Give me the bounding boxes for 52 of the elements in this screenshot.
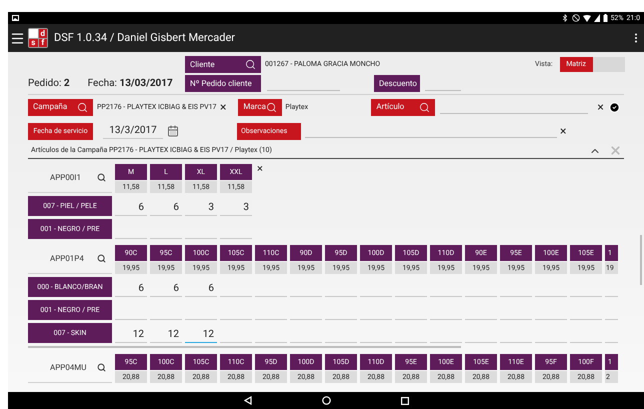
search-icon bbox=[77, 102, 88, 112]
home-icon[interactable] bbox=[322, 396, 330, 405]
article-code-text: APP04MU bbox=[50, 362, 86, 374]
client-order-button[interactable]: Nº Pedido cliente bbox=[185, 75, 261, 92]
app-title: DSF 1.0.34 / Daniel Gisbert Mercader bbox=[54, 30, 236, 46]
bluetooth-icon bbox=[560, 14, 568, 22]
quantity-field[interactable]: 6 bbox=[150, 200, 182, 216]
quantity-field[interactable]: 3 bbox=[220, 200, 252, 216]
quantity-field[interactable]: 6 bbox=[185, 281, 217, 297]
quantity-field[interactable]: 3 bbox=[185, 200, 217, 216]
wifi-icon bbox=[582, 14, 590, 22]
search-icon[interactable] bbox=[97, 363, 106, 372]
article-button[interactable]: Artículo bbox=[371, 98, 436, 116]
search-icon bbox=[419, 102, 430, 112]
campaign-button[interactable]: Campaña bbox=[28, 98, 93, 116]
logo-letter: f bbox=[38, 38, 47, 47]
quantity-field[interactable]: 12 bbox=[115, 327, 147, 343]
article-code-text: APP01P4 bbox=[50, 252, 84, 264]
image-notification-icon bbox=[12, 15, 19, 21]
scrollbar bbox=[640, 235, 642, 285]
brand-button[interactable]: Marca bbox=[238, 98, 282, 116]
service-date-field[interactable]: 13/3/2017 bbox=[103, 123, 163, 139]
do-not-disturb-icon bbox=[572, 14, 580, 22]
quantity-field[interactable]: 6 bbox=[150, 281, 182, 297]
back-icon[interactable] bbox=[244, 396, 252, 405]
quantity-field[interactable]: 12 bbox=[150, 327, 182, 343]
search-icon bbox=[245, 59, 256, 70]
search-icon bbox=[266, 102, 278, 112]
logo-tile bbox=[29, 29, 38, 38]
article-code-text: APP00I1 bbox=[50, 172, 81, 184]
clear-notes-button[interactable]: × bbox=[560, 122, 566, 140]
client-button[interactable]: Cliente bbox=[185, 56, 261, 73]
order-date: Fecha: 13/03/2017 bbox=[88, 77, 173, 91]
search-icon[interactable] bbox=[97, 254, 106, 263]
logo-letter: s bbox=[29, 38, 38, 47]
remove-matrix-button[interactable]: × bbox=[257, 163, 263, 175]
recents-icon[interactable] bbox=[400, 396, 408, 404]
menu-icon[interactable] bbox=[10, 30, 25, 46]
quantity-field[interactable]: 6 bbox=[115, 200, 147, 216]
order-number: Pedido: 2 bbox=[28, 77, 70, 91]
search-icon[interactable] bbox=[97, 173, 106, 182]
discount-button[interactable]: Descuento bbox=[374, 75, 420, 92]
clear-article-button[interactable]: × bbox=[597, 98, 604, 116]
quantity-field[interactable]: 6 bbox=[115, 281, 147, 297]
clear-campaign-button[interactable]: × bbox=[220, 98, 226, 116]
logo-letter: d bbox=[38, 29, 47, 38]
battery-icon bbox=[602, 14, 608, 22]
close-icon[interactable] bbox=[609, 144, 622, 157]
signal-icon bbox=[594, 14, 600, 22]
confirm-icon[interactable] bbox=[608, 102, 620, 112]
quantity-field[interactable]: 12 bbox=[185, 327, 217, 343]
calendar-icon[interactable] bbox=[167, 125, 179, 137]
